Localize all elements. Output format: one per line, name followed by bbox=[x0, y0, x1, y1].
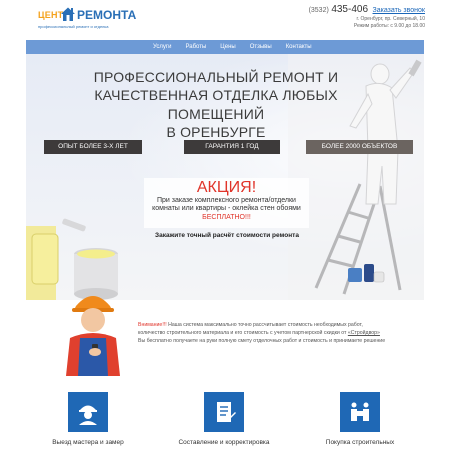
hero-title: Профессиональный ремонт и качественная о… bbox=[46, 68, 386, 142]
nav-item-prices[interactable]: Цены bbox=[213, 40, 242, 54]
experience-badge: Опыт более 3-х лет bbox=[44, 140, 142, 154]
address-text: г. Оренбург, пр. Северный, 10 bbox=[356, 16, 425, 22]
worker-helmet-icon bbox=[79, 405, 97, 425]
step-icon-tile bbox=[68, 392, 108, 432]
promo-description: При заказе комплексного ремонта/отделки … bbox=[152, 197, 301, 213]
worker-with-phone-image bbox=[66, 296, 120, 376]
step-label: Покупка строительных bbox=[325, 439, 395, 446]
step-icon-tile bbox=[340, 392, 380, 432]
step-estimate: Составление и корректировка bbox=[174, 392, 274, 446]
nav-item-reviews[interactable]: Отзывы bbox=[243, 40, 279, 54]
house-icon bbox=[61, 7, 75, 21]
main-nav: Услуги Работы Цены Отзывы Контакты bbox=[26, 40, 424, 54]
nav-item-contacts[interactable]: Контакты bbox=[279, 40, 319, 54]
phone-number[interactable]: 435-406 bbox=[331, 4, 368, 15]
logo[interactable]: ЦЕНТР РЕМОНТА профессиональный ремонт и … bbox=[38, 6, 138, 34]
promo-highlight: БЕСПЛАТНО!!! bbox=[202, 213, 251, 221]
objects-badge: Более 2000 объектов bbox=[306, 140, 413, 154]
nav-item-works[interactable]: Работы bbox=[178, 40, 213, 54]
info-attention: Внимание!!! bbox=[138, 322, 167, 328]
hero-title-line-1: Профессиональный ремонт и bbox=[93, 69, 339, 85]
calculate-cost-button[interactable]: Закажите точный расчёт стоимости ремонта bbox=[148, 232, 306, 242]
logo-word-2: РЕМОНТА bbox=[77, 8, 137, 22]
hero-title-line-2: качественная отделка любых помещений bbox=[94, 87, 338, 122]
info-section: Внимание!!! Наша система максимально точ… bbox=[0, 296, 450, 380]
step-purchase: Покупка строительных bbox=[310, 392, 410, 446]
site-header: ЦЕНТР РЕМОНТА профессиональный ремонт и … bbox=[0, 0, 450, 40]
callback-link[interactable]: Заказать звонок bbox=[373, 7, 425, 14]
hero-banner: Профессиональный ремонт и качественная о… bbox=[26, 54, 424, 300]
contacts-block: (3532) 435-406 Заказать звонок г. Оренбу… bbox=[285, 4, 425, 29]
step-label: Выезд мастера и замер bbox=[52, 439, 124, 446]
promo-title: АКЦИЯ! bbox=[196, 179, 257, 196]
warranty-badge: Гарантия 1 год bbox=[184, 140, 280, 154]
logo-tagline: профессиональный ремонт и отделка bbox=[38, 24, 109, 29]
promo-box: АКЦИЯ! При заказе комплексного ремонта/о… bbox=[144, 178, 309, 228]
delivery-boxes-icon bbox=[351, 402, 369, 421]
info-text-part-2: Вы бесплатно получаете на руки полную см… bbox=[138, 337, 386, 344]
working-hours-text: Режим работы: с 9.00 до 18.00 bbox=[353, 23, 425, 29]
promo-text: При заказе комплексного ремонта/отделки … bbox=[144, 197, 309, 222]
steps-section: Выезд мастера и замер Составление и корр… bbox=[0, 392, 450, 450]
info-text: Внимание!!! Наша система максимально точ… bbox=[138, 322, 388, 345]
step-label: Составление и корректировка bbox=[178, 439, 270, 446]
step-icon-tile bbox=[204, 392, 244, 432]
stroydvor-link[interactable]: «Стройдвор» bbox=[348, 330, 380, 336]
nav-item-services[interactable]: Услуги bbox=[146, 40, 178, 54]
step-measure: Выезд мастера и замер bbox=[38, 392, 138, 446]
phone-row: (3532) 435-406 Заказать звонок bbox=[285, 4, 425, 15]
phone-code: (3532) bbox=[308, 7, 329, 14]
info-text-part-1: Наша система максимально точно рассчитыв… bbox=[138, 322, 363, 336]
document-checklist-icon bbox=[217, 402, 236, 422]
